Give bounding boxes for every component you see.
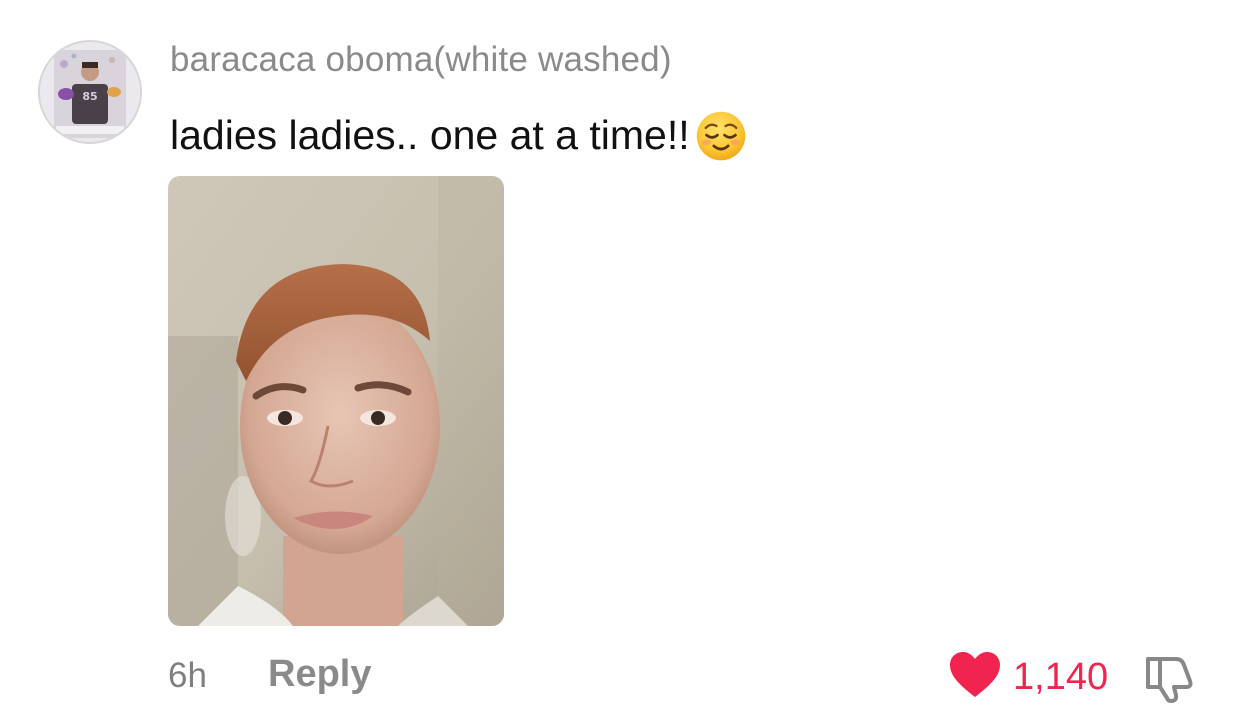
attached-image[interactable]	[168, 176, 504, 626]
comment-text: ladies ladies.. one at a time!!	[170, 111, 690, 158]
reply-button[interactable]: Reply	[268, 653, 371, 696]
comment-text-row: ladies ladies.. one at a time!!	[170, 107, 748, 163]
username[interactable]: baracaca oboma(white washed)	[170, 40, 672, 80]
timestamp: 6h	[168, 656, 207, 695]
avatar-photo: 85	[40, 42, 140, 142]
svg-text:85: 85	[82, 90, 97, 103]
thumbs-down-icon[interactable]	[1140, 653, 1196, 703]
selfie-photo	[168, 176, 504, 626]
heart-icon[interactable]	[948, 650, 1002, 700]
like-count: 1,140	[1013, 656, 1109, 698]
relieved-face-emoji-icon	[694, 109, 748, 163]
avatar[interactable]: 85	[38, 40, 142, 144]
